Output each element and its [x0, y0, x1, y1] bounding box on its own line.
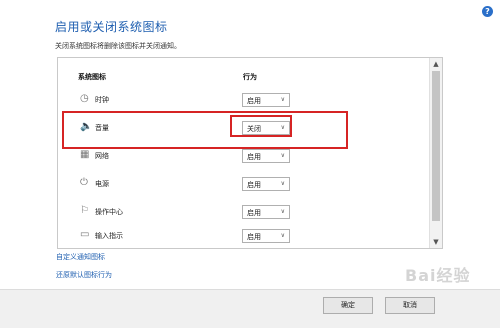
row-label: 网络	[95, 152, 109, 160]
dialog-footer: 确定 取消	[0, 289, 500, 328]
clock-icon: ◷	[80, 93, 89, 104]
chevron-down-icon: ∨	[280, 180, 285, 187]
action-center-icon: ⚐	[80, 205, 89, 216]
restore-default-icon-behavior-link[interactable]: 还原默认图标行为	[56, 270, 112, 280]
dropdown-value: 启用	[247, 233, 261, 241]
watermark-logo: Bai经验	[405, 266, 471, 285]
column-header-system-icon: 系统图标	[78, 73, 106, 81]
scroll-thumb[interactable]	[432, 71, 440, 221]
cancel-button[interactable]: 取消	[385, 297, 435, 314]
annotation-highlight-row	[62, 111, 348, 149]
ok-button[interactable]: 确定	[323, 297, 373, 314]
chevron-down-icon: ∨	[280, 152, 285, 159]
annotation-highlight-dropdown	[230, 115, 292, 137]
power-icon: ⏻	[80, 177, 88, 188]
scroll-down-icon[interactable]: ▼	[430, 236, 442, 248]
dropdown-value: 启用	[247, 181, 261, 189]
customize-notification-icons-link[interactable]: 自定义通知图标	[56, 252, 105, 262]
behavior-dropdown-power[interactable]: 启用 ∨	[242, 177, 290, 191]
dropdown-value: 启用	[247, 97, 261, 105]
behavior-dropdown-network[interactable]: 启用 ∨	[242, 149, 290, 163]
network-icon: ▦	[80, 149, 90, 160]
row-label: 电源	[95, 180, 109, 188]
dropdown-value: 启用	[247, 153, 261, 161]
behavior-dropdown-clock[interactable]: 启用 ∨	[242, 93, 290, 107]
input-indicator-icon: ▭	[80, 229, 90, 240]
chevron-down-icon: ∨	[280, 232, 285, 239]
dropdown-value: 启用	[247, 209, 261, 217]
behavior-dropdown-input-indicator[interactable]: 启用 ∨	[242, 229, 290, 243]
list-item-input-indicator: ▭ 输入指示 启用 ∨	[58, 226, 428, 248]
system-icons-list: 系统图标 行为 ◷ 时钟 启用 ∨ 🔈 音量 关闭 ∨ ▦ 网络 启用 ∨ ⏻ …	[57, 57, 443, 249]
page-subtitle: 关闭系统图标将删除该图标并关闭通知。	[55, 42, 181, 50]
row-label: 时钟	[95, 96, 109, 104]
list-item-network: ▦ 网络 启用 ∨	[58, 146, 428, 168]
chevron-down-icon: ∨	[280, 96, 285, 103]
chevron-down-icon: ∨	[280, 208, 285, 215]
list-item-clock: ◷ 时钟 启用 ∨	[58, 90, 428, 112]
row-label: 输入指示	[95, 232, 123, 240]
list-scrollbar[interactable]: ▲ ▼	[429, 58, 442, 248]
behavior-dropdown-action-center[interactable]: 启用 ∨	[242, 205, 290, 219]
row-label: 操作中心	[95, 208, 123, 216]
list-item-power: ⏻ 电源 启用 ∨	[58, 174, 428, 196]
scroll-up-icon[interactable]: ▲	[430, 58, 442, 70]
help-icon[interactable]: ?	[482, 6, 493, 17]
page-title: 启用或关闭系统图标	[55, 20, 168, 34]
list-item-action-center: ⚐ 操作中心 启用 ∨	[58, 202, 428, 224]
column-header-behavior: 行为	[243, 73, 257, 81]
